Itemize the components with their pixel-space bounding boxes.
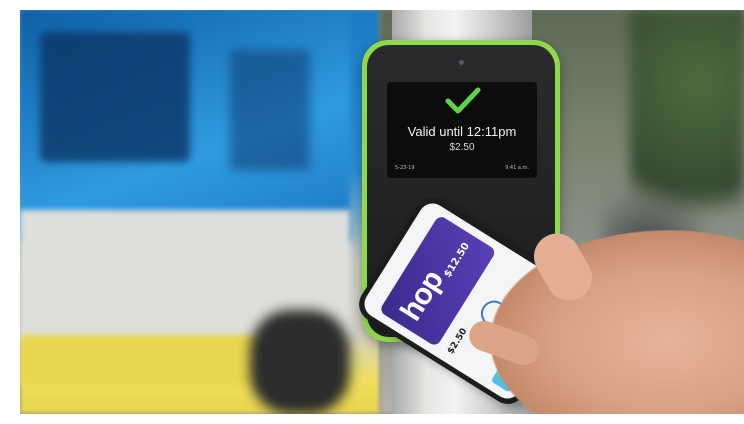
- bus-window: [230, 50, 310, 170]
- fare-reader-screen: Valid until 12:11pm $2.50 5-23-19 9:41 a…: [387, 82, 537, 178]
- bus-yellow-stripe: [20, 335, 260, 385]
- fare-amount: $2.50: [449, 142, 475, 153]
- bus-window: [40, 32, 190, 162]
- camera-icon: [459, 60, 464, 65]
- card-balance: $12.50: [442, 241, 473, 280]
- photo-scene: Valid until 12:11pm $2.50 5-23-19 9:41 a…: [20, 10, 744, 414]
- charged-amount: $2.50: [445, 326, 470, 357]
- reader-date: 5-23-19: [395, 165, 415, 171]
- hand: [490, 230, 744, 414]
- validation-status: Valid until 12:11pm: [407, 124, 517, 139]
- reader-time: 9:41 a.m.: [505, 165, 529, 171]
- bus-wheel: [250, 310, 350, 414]
- checkmark-icon: [445, 87, 481, 114]
